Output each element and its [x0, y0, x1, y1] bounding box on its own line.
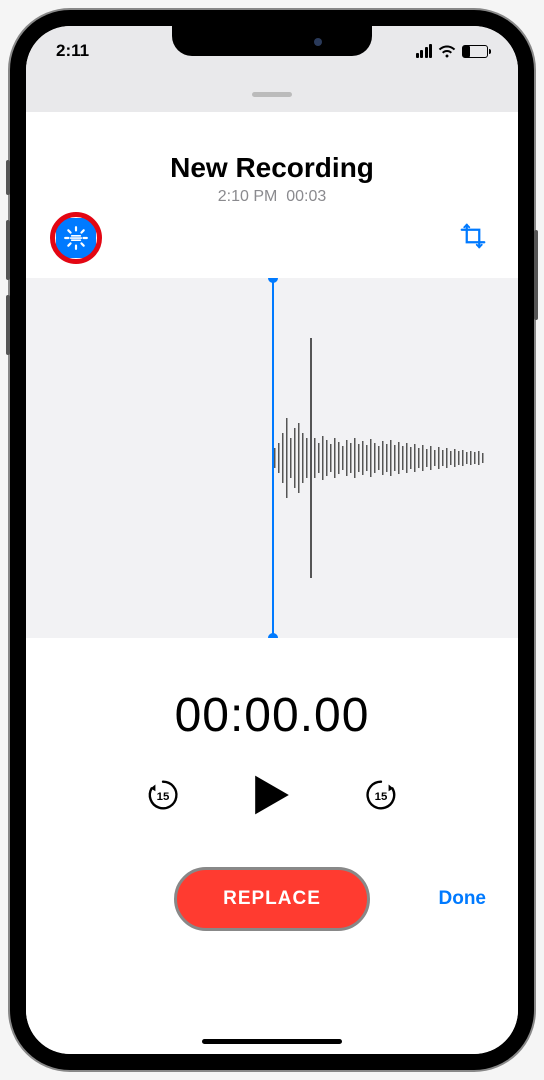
svg-text:15: 15	[157, 791, 170, 803]
top-controls	[26, 206, 518, 278]
title-section: New Recording 2:10 PM 00:03	[26, 112, 518, 206]
playback-controls: 15 15	[26, 743, 518, 817]
wifi-icon	[438, 45, 456, 58]
playback-time: 00:00.00	[26, 638, 518, 743]
play-icon	[252, 773, 292, 817]
replace-button[interactable]: REPLACE	[174, 867, 370, 931]
trim-icon	[458, 221, 488, 251]
editor-content: New Recording 2:10 PM 00:03	[26, 112, 518, 1054]
svg-text:15: 15	[375, 791, 388, 803]
home-indicator[interactable]	[202, 1039, 342, 1044]
waveform-visualization	[272, 278, 502, 638]
mute-switch	[6, 160, 10, 195]
status-time: 2:11	[56, 41, 89, 61]
skip-back-button[interactable]: 15	[144, 776, 182, 814]
bottom-bar: REPLACE Done	[26, 817, 518, 961]
play-button[interactable]	[252, 773, 292, 817]
battery-icon	[462, 45, 488, 58]
done-button[interactable]: Done	[439, 888, 487, 910]
enhance-icon	[63, 225, 89, 251]
recording-title[interactable]: New Recording	[26, 152, 518, 184]
volume-down	[6, 295, 10, 355]
status-indicators	[416, 44, 489, 58]
enhance-button[interactable]	[56, 218, 96, 258]
skip-forward-button[interactable]: 15	[362, 776, 400, 814]
sheet-grabber-area[interactable]	[26, 76, 518, 112]
recording-meta: 2:10 PM 00:03	[26, 188, 518, 206]
volume-up	[6, 220, 10, 280]
cellular-signal-icon	[416, 44, 433, 58]
playhead-indicator[interactable]	[272, 278, 274, 638]
recording-duration: 00:03	[286, 188, 326, 205]
skip-forward-15-icon: 15	[362, 776, 400, 814]
recording-timestamp: 2:10 PM	[218, 188, 278, 205]
grabber-icon	[252, 92, 292, 97]
skip-back-15-icon: 15	[144, 776, 182, 814]
phone-screen: 2:11 New Recording 2:10 PM 00:03	[26, 26, 518, 1054]
waveform-area[interactable]	[26, 278, 518, 638]
notch	[172, 26, 372, 56]
trim-button[interactable]	[458, 221, 488, 256]
power-button	[534, 230, 538, 320]
phone-frame: 2:11 New Recording 2:10 PM 00:03	[10, 10, 534, 1070]
